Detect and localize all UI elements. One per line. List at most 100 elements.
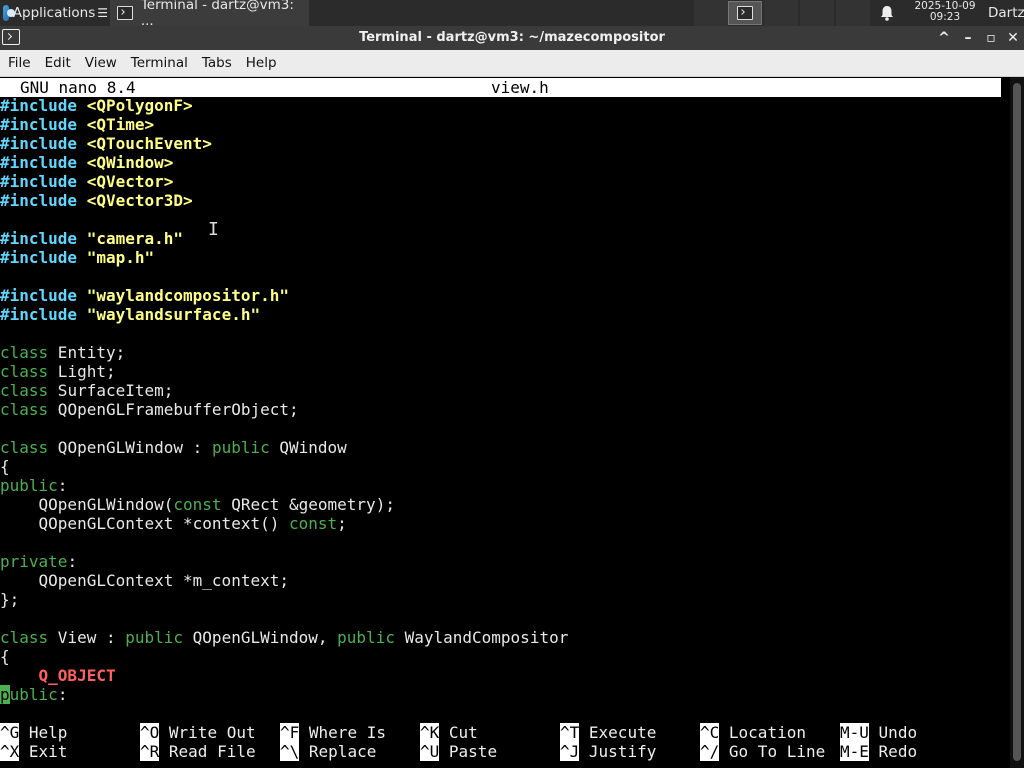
keyword: public [0,476,58,495]
menu-terminal[interactable]: Terminal [124,50,195,76]
minimize-window-button[interactable]: – [959,29,977,47]
menu-edit[interactable]: Edit [38,50,78,76]
notification-bell-icon[interactable] [878,4,896,22]
shortcut-key: ^J [560,742,580,761]
shortcut-label: Paste [448,742,498,761]
preprocessor-directive: #include [0,305,78,324]
code-text: WaylandCompositor [394,628,569,647]
shortcut-help[interactable]: ^G Help [0,723,67,742]
keyword: public [125,628,184,647]
shortcut-key: ^G [0,723,20,742]
shade-window-button[interactable]: ^ [935,29,953,47]
include-target: "camera.h" [86,229,184,248]
code-line: { [0,647,10,666]
shortcut-label: Read File [168,742,256,761]
keyword: class [0,362,49,381]
code-line: #include "waylandcompositor.h" [0,286,289,305]
preprocessor-directive: #include [0,172,78,191]
panel-launcher-slot[interactable] [694,0,728,26]
window-title: Terminal - dartz@vm3: ~/mazecompositor [359,30,665,45]
menu-file[interactable]: File [0,50,38,76]
shortcut-label: Justify [588,742,657,761]
shortcut-label: Help [28,723,68,742]
close-window-button[interactable]: ✕ [1004,29,1022,47]
top-panel: Applications ☰ Terminal - dartz@vm3: ...… [0,0,1024,29]
scrollbar-thumb[interactable] [1013,83,1021,761]
code-text: QOpenGLFramebufferObject; [48,400,299,419]
shortcut-replace[interactable]: ^\ Replace [280,742,376,761]
shortcut-key: ^C [700,723,720,742]
clock[interactable]: 2025-10-09 09:23 [906,1,984,23]
shortcut-redo[interactable]: M-E Redo [840,742,917,761]
shortcut-key: ^O [140,723,160,742]
code-line: QOpenGLContext *context() const; [0,514,347,533]
code-line: #include <QVector3D> [0,191,193,210]
code-text: QOpenGLWindow( [0,495,174,514]
text-cursor: p [0,685,10,704]
window-titlebar[interactable]: Terminal - dartz@vm3: ~/mazecompositor ^… [0,26,1024,50]
code-text: View : [48,628,126,647]
nano-title-bar: GNU nano 8.4 view.h [0,78,1001,97]
keyword: public [337,628,395,647]
applications-label: Applications [12,5,96,21]
nano-filename: view.h [491,78,549,97]
panel-launcher-slot[interactable] [800,0,834,26]
menu-icon: ☰ [97,6,108,20]
taskbar-terminal-button[interactable]: Terminal - dartz@vm3: ... [110,0,309,29]
include-target: <QTouchEvent> [86,134,212,153]
panel-launcher-slot[interactable] [836,0,870,26]
code-text: QOpenGLWindow, [183,628,338,647]
shortcut-label: Write Out [168,723,256,742]
shortcut-label: Exit [28,742,68,761]
code-line: class QOpenGLWindow : public QWindow [0,438,347,457]
shortcut-key: ^K [420,723,440,742]
shortcut-key: M-E [840,742,869,761]
include-target: <QPolygonF> [86,96,193,115]
maximize-window-button[interactable]: ▫ [982,29,1000,47]
shortcut-label: Cut [448,723,478,742]
terminal-window-icon[interactable] [2,29,20,45]
code-line: class QOpenGLFramebufferObject; [0,400,299,419]
shortcut-location[interactable]: ^C Location [700,723,806,742]
shortcut-justify[interactable]: ^J Justify [560,742,656,761]
preprocessor-directive: #include [0,229,78,248]
shortcut-exit[interactable]: ^X Exit [0,742,67,761]
shortcut-undo[interactable]: M-U Undo [840,723,917,742]
terminal-scrollbar[interactable] [1010,77,1024,768]
shortcut-paste[interactable]: ^U Paste [420,742,497,761]
shortcut-key: ^F [280,723,300,742]
include-target: <QVector3D> [86,191,193,210]
code-line: #include "map.h" [0,248,154,267]
shortcut-key: M-U [840,723,869,742]
code-line: public: [0,685,67,704]
applications-menu-button[interactable]: Applications ☰ [0,0,108,26]
terminal-launcher-icon [737,6,753,20]
shortcut-go-to-line[interactable]: ^/ Go To Line [700,742,825,761]
menu-view[interactable]: View [78,50,124,76]
menu-tabs[interactable]: Tabs [195,50,239,76]
shortcut-read-file[interactable]: ^R Read File [140,742,256,761]
terminal-icon [117,6,133,20]
panel-launcher-slot[interactable] [764,0,798,26]
shortcut-key: ^T [560,723,580,742]
mouse-ibeam-cursor-icon: I [208,219,219,240]
code-line: #include <QPolygonF> [0,96,193,115]
macro: Q_OBJECT [38,666,116,685]
menu-help[interactable]: Help [239,50,284,76]
shortcut-label: Execute [588,723,657,742]
shortcut-write-out[interactable]: ^O Write Out [140,723,256,742]
shortcut-key: ^X [0,742,20,761]
include-target: <QVector> [86,172,174,191]
shortcut-where-is[interactable]: ^F Where Is [280,723,386,742]
code-line: #include "camera.h" [0,229,183,248]
user-menu[interactable]: Dartz [988,0,1024,26]
code-text: QOpenGLWindow : [48,438,212,457]
terminal-area[interactable]: GNU nano 8.4 view.h #include <QPolygonF>… [0,77,1010,768]
terminal-launcher-button[interactable] [728,1,762,25]
code-text: QOpenGLContext *context() [0,514,289,533]
shortcut-execute[interactable]: ^T Execute [560,723,656,742]
code-line: public: [0,476,67,495]
shortcut-label: Go To Line [728,742,826,761]
shortcut-cut[interactable]: ^K Cut [420,723,478,742]
